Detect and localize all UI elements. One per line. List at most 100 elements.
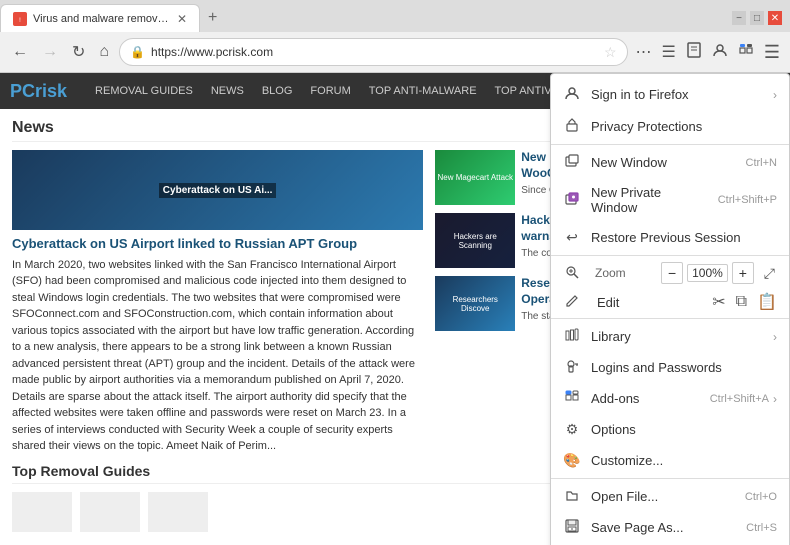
side-article-1-thumb: Hackers are Scanning (435, 213, 515, 268)
library-arrow: › (773, 330, 777, 344)
library-icon (563, 328, 581, 345)
paste-icon-btn[interactable]: 📋 (757, 292, 777, 312)
menu-item-restore[interactable]: ↩ Restore Previous Session (551, 222, 789, 253)
thumb-label-2: Researchers Discove (435, 293, 515, 315)
library-label: Library (591, 329, 769, 344)
save-page-icon (563, 519, 581, 536)
private-window-label: New Private Window (591, 185, 710, 215)
extensions-icon-btn[interactable]: ⋯ (634, 40, 654, 64)
menu-item-sign-in[interactable]: Sign in to Firefox › (551, 78, 789, 111)
tab-close-button[interactable]: ✕ (177, 12, 187, 26)
side-article-0-thumb: New Magecart Attack (435, 150, 515, 205)
address-bar: ← → ↻ ⌂ 🔒 https://www.pcrisk.com ☆ ⋯ ☰ ☰ (0, 32, 790, 72)
url-display: https://www.pcrisk.com (151, 45, 598, 59)
zoom-out-button[interactable]: − (661, 262, 683, 284)
nav-removal-guides[interactable]: REMOVAL GUIDES (87, 77, 201, 105)
close-button[interactable]: ✕ (768, 11, 782, 25)
tab-bar: ! Virus and malware removal ins... ✕ + −… (0, 0, 790, 32)
separator-4 (551, 478, 789, 479)
customize-label: Customize... (591, 453, 777, 468)
new-tab-button[interactable]: + (200, 9, 225, 27)
address-field[interactable]: 🔒 https://www.pcrisk.com ☆ (119, 38, 627, 66)
save-page-label: Save Page As... (591, 520, 738, 535)
browser-chrome: ! Virus and malware removal ins... ✕ + −… (0, 0, 790, 73)
new-window-icon (563, 154, 581, 171)
menu-button[interactable]: ☰ (762, 40, 782, 65)
open-file-label: Open File... (591, 489, 737, 504)
zoom-control-row: Zoom − 100% + ⤢ (551, 258, 789, 288)
side-article-2-thumb: Researchers Discove (435, 276, 515, 331)
nav-blog[interactable]: BLOG (254, 77, 301, 105)
addons-icon-btn[interactable] (736, 40, 756, 65)
menu-item-customize[interactable]: 🎨 Customize... (551, 445, 789, 476)
reader-view-btn[interactable]: ☰ (660, 40, 678, 64)
separator-2 (551, 255, 789, 256)
maximize-button[interactable]: □ (750, 11, 764, 25)
removal-guide-0 (12, 492, 72, 532)
removal-guide-1 (80, 492, 140, 532)
page-content: PCrisk REMOVAL GUIDES NEWS BLOG FORUM TO… (0, 73, 790, 545)
copy-icon-btn[interactable]: ⧉ (736, 292, 747, 312)
tab-favicon: ! (13, 12, 27, 26)
new-window-label: New Window (591, 155, 738, 170)
menu-item-logins[interactable]: Logins and Passwords (551, 352, 789, 383)
new-window-shortcut: Ctrl+N (746, 157, 777, 169)
privacy-label: Privacy Protections (591, 119, 777, 134)
edit-row: Edit ✂ ⧉ 📋 (551, 288, 789, 316)
lock-icon: 🔒 (130, 45, 145, 59)
main-article: Cyberattack on US Ai... Cyberattack on U… (12, 150, 423, 455)
addons-arrow: › (773, 392, 777, 406)
main-img-label: Cyberattack on US Ai... (159, 183, 277, 198)
sign-in-icon (563, 85, 581, 104)
restore-icon: ↩ (563, 229, 581, 246)
logo-risk: risk (35, 81, 67, 101)
main-article-text: In March 2020, two websites linked with … (12, 257, 423, 455)
menu-item-new-window[interactable]: New Window Ctrl+N (551, 147, 789, 178)
thumb-label-0: New Magecart Attack (435, 171, 515, 184)
reload-button[interactable]: ↻ (68, 40, 89, 64)
forward-button[interactable]: → (38, 41, 62, 63)
restore-label: Restore Previous Session (591, 230, 777, 245)
back-button[interactable]: ← (8, 41, 32, 63)
removal-guide-2 (148, 492, 208, 532)
menu-item-library[interactable]: Library › (551, 321, 789, 352)
logo-pc: PC (10, 81, 35, 101)
bookmarks-btn[interactable] (684, 40, 704, 65)
site-logo: PCrisk (10, 81, 67, 102)
sign-in-arrow: › (773, 88, 777, 102)
tab-title: Virus and malware removal ins... (33, 13, 169, 25)
edit-icon (563, 294, 581, 311)
minimize-button[interactable]: − (732, 11, 746, 25)
zoom-label: Zoom (595, 266, 657, 280)
edit-action-icons: ✂ ⧉ 📋 (712, 292, 777, 312)
main-article-title[interactable]: Cyberattack on US Airport linked to Russ… (12, 236, 423, 253)
account-btn[interactable] (710, 40, 730, 65)
menu-item-privacy[interactable]: Privacy Protections (551, 111, 789, 142)
addons-icon (563, 390, 581, 407)
window-controls: − □ ✕ (732, 11, 790, 25)
private-window-icon (563, 192, 581, 209)
separator-3 (551, 318, 789, 319)
logins-icon (563, 359, 581, 376)
zoom-icon (563, 265, 581, 282)
menu-item-addons[interactable]: Add-ons Ctrl+Shift+A › (551, 383, 789, 414)
nav-forum[interactable]: FORUM (302, 77, 358, 105)
bookmark-star-icon[interactable]: ☆ (604, 44, 617, 61)
nav-news[interactable]: NEWS (203, 77, 252, 105)
zoom-in-button[interactable]: + (732, 262, 754, 284)
cut-icon-btn[interactable]: ✂ (712, 292, 725, 312)
home-button[interactable]: ⌂ (95, 41, 113, 63)
menu-item-open-file[interactable]: Open File... Ctrl+O (551, 481, 789, 512)
active-tab[interactable]: ! Virus and malware removal ins... ✕ (0, 4, 200, 32)
options-icon: ⚙ (563, 421, 581, 438)
nav-anti-malware[interactable]: TOP ANTI-MALWARE (361, 77, 485, 105)
private-window-shortcut: Ctrl+Shift+P (718, 194, 777, 206)
menu-item-options[interactable]: ⚙ Options (551, 414, 789, 445)
menu-item-save-page[interactable]: Save Page As... Ctrl+S (551, 512, 789, 543)
logins-label: Logins and Passwords (591, 360, 777, 375)
sign-in-label: Sign in to Firefox (591, 87, 769, 102)
zoom-fullscreen-button[interactable]: ⤢ (762, 263, 777, 284)
menu-item-private-window[interactable]: New Private Window Ctrl+Shift+P (551, 178, 789, 222)
options-label: Options (591, 422, 777, 437)
addons-shortcut: Ctrl+Shift+A (710, 393, 769, 405)
